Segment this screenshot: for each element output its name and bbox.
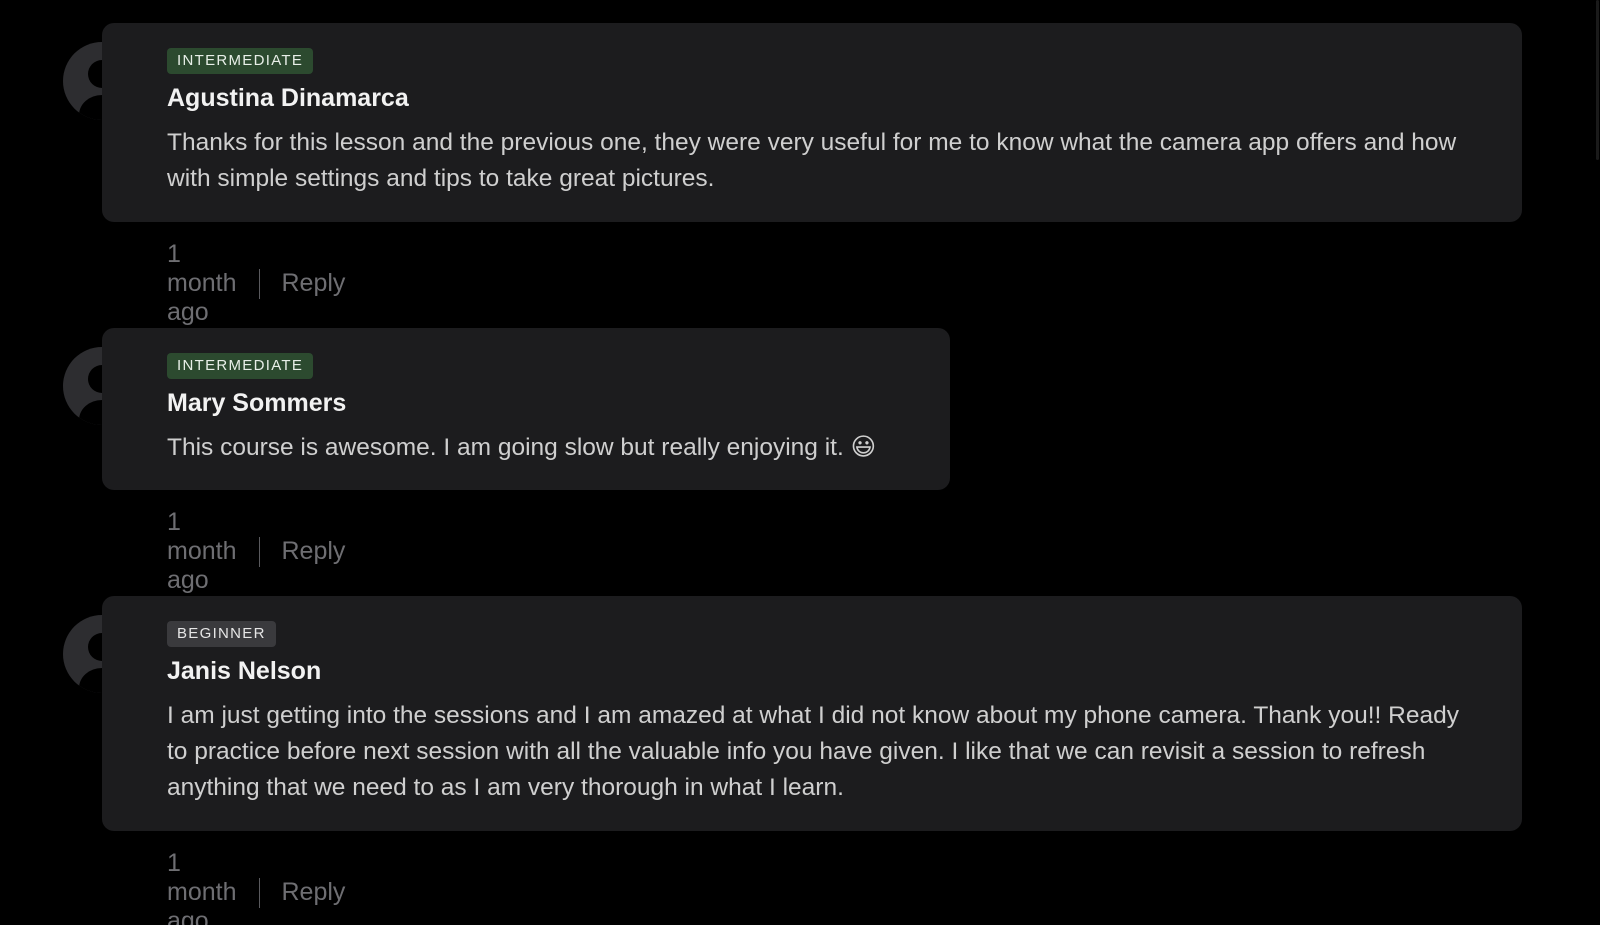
scrollbar[interactable] — [1592, 0, 1600, 925]
comment-card: INTERMEDIATE Agustina Dinamarca Thanks f… — [102, 23, 1522, 222]
reply-button[interactable]: Reply — [281, 269, 345, 298]
comment-meta: 1 month ago Reply — [167, 849, 345, 925]
level-badge: INTERMEDIATE — [167, 353, 314, 379]
comment-timestamp: 1 month ago — [167, 240, 237, 326]
level-badge: BEGINNER — [167, 621, 276, 647]
level-badge: INTERMEDIATE — [167, 48, 314, 74]
comment-card: BEGINNER Janis Nelson I am just getting … — [102, 596, 1522, 831]
scrollbar-thumb[interactable] — [1596, 0, 1599, 160]
meta-divider — [259, 536, 261, 567]
comment-timestamp: 1 month ago — [167, 849, 237, 925]
comment-author[interactable]: Mary Sommers — [167, 388, 910, 418]
meta-divider — [259, 877, 261, 908]
comment-meta: 1 month ago Reply — [167, 240, 345, 327]
reply-button[interactable]: Reply — [281, 537, 345, 566]
comments-page: INTERMEDIATE Agustina Dinamarca Thanks f… — [0, 0, 1600, 925]
reply-button[interactable]: Reply — [281, 878, 345, 907]
comment-text: This course is awesome. I am going slow … — [167, 434, 877, 461]
comment-author[interactable]: Janis Nelson — [167, 656, 1482, 686]
comment-text: Thanks for this lesson and the previous … — [167, 129, 1457, 192]
comment-timestamp: 1 month ago — [167, 508, 237, 594]
comment-text: I am just getting into the sessions and … — [167, 702, 1459, 801]
meta-divider — [259, 268, 261, 299]
comment-meta: 1 month ago Reply — [167, 508, 345, 595]
comment-author[interactable]: Agustina Dinamarca — [167, 83, 1482, 113]
comment-card: INTERMEDIATE Mary Sommers This course is… — [102, 328, 950, 490]
